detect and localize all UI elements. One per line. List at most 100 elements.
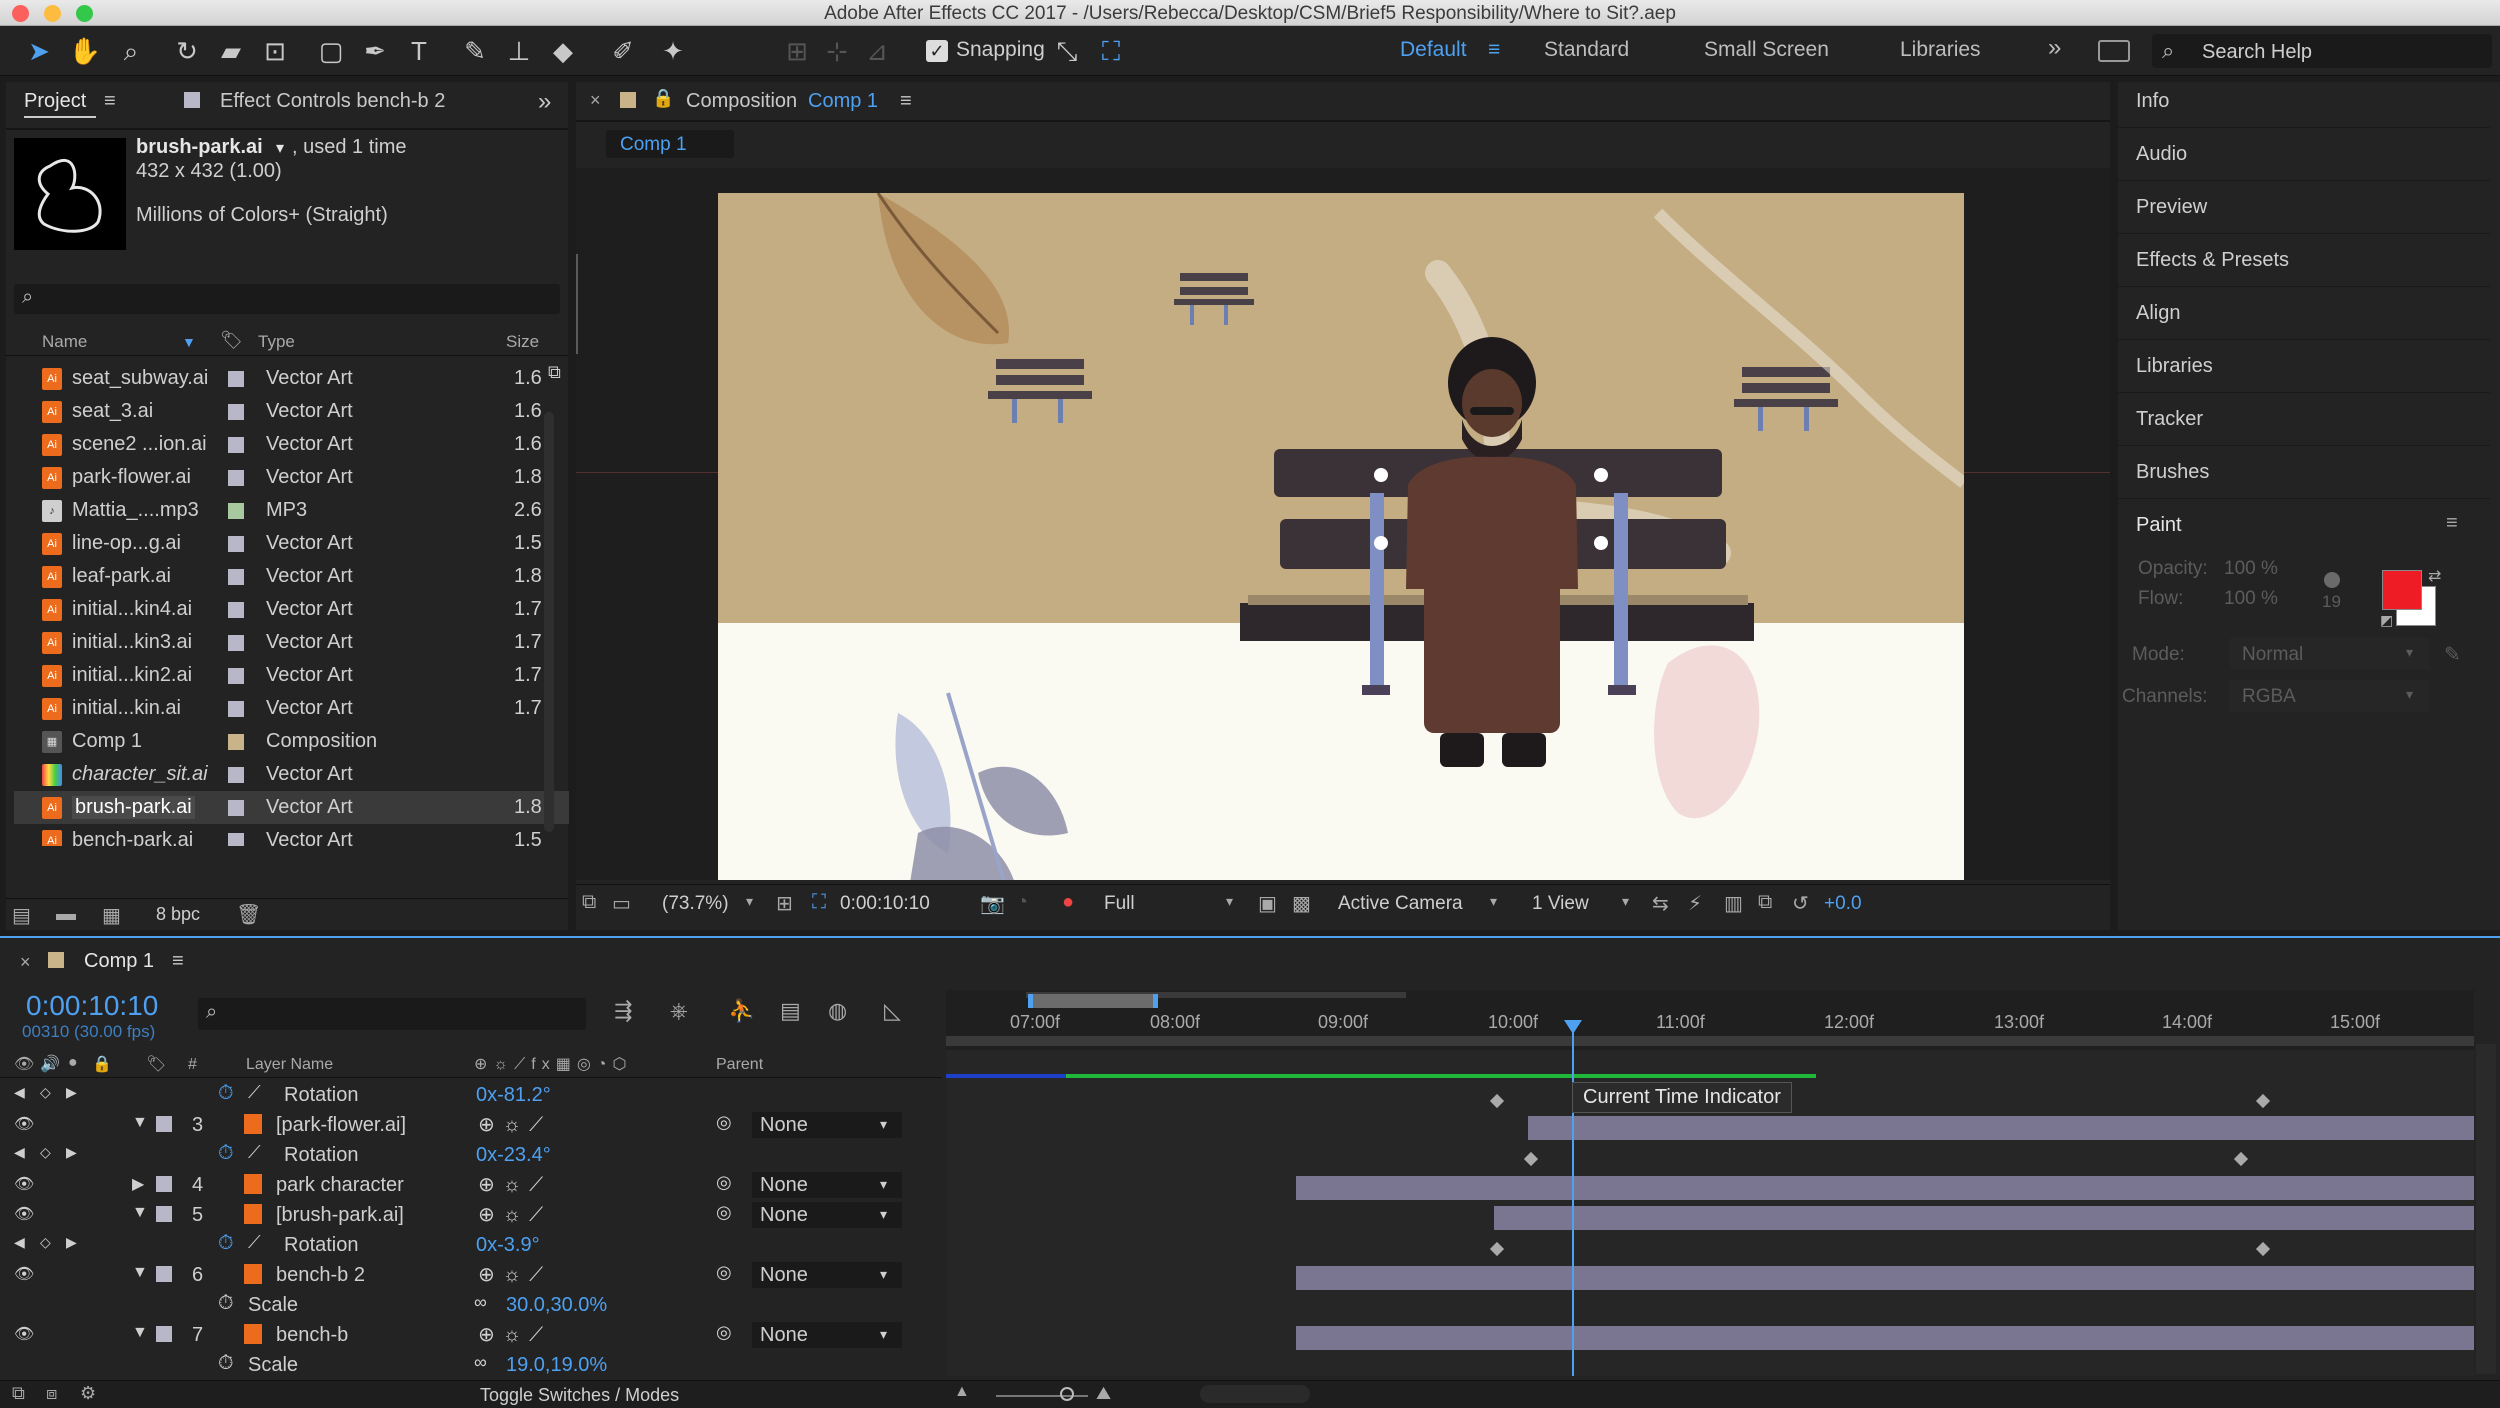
column-number[interactable]: #: [188, 1056, 197, 1074]
flowchart-icon[interactable]: ⧉: [548, 362, 561, 383]
property-value[interactable]: 19.0,19.0%: [506, 1354, 607, 1377]
mode-dropdown[interactable]: Normal ▾: [2230, 638, 2430, 670]
constrain-proportions-icon[interactable]: ∞: [474, 1352, 487, 1373]
property-row-rotation[interactable]: ◀ ◇ ▶ ⏱ ⟋ Rotation 0x-3.9°: [0, 1230, 942, 1260]
layer-switches-toggle-icon[interactable]: ⧉: [12, 1383, 25, 1404]
video-visibility-icon[interactable]: 👁: [14, 1054, 34, 1074]
property-value[interactable]: 0x-23.4°: [476, 1144, 551, 1167]
region-of-interest-icon[interactable]: ▣: [1258, 891, 1277, 916]
keyframe[interactable]: [2255, 1241, 2271, 1257]
workspace-menu-icon[interactable]: ≡: [1488, 38, 1500, 62]
reset-exposure-icon[interactable]: ↺: [1792, 891, 1809, 916]
transfer-controls-toggle-icon[interactable]: ⧈: [46, 1383, 57, 1404]
grid-toggle-icon[interactable]: ⊞: [776, 891, 793, 916]
graph-icon[interactable]: ⟋: [248, 1082, 261, 1103]
project-item[interactable]: ♪ Mattia_....mp3 MP3 2.6: [14, 494, 569, 527]
next-keyframe-icon[interactable]: ▶: [66, 1234, 77, 1251]
layer-switches[interactable]: ⊕☼⟋: [478, 1262, 551, 1287]
stopwatch-icon[interactable]: ⏱: [218, 1292, 234, 1315]
layer-name[interactable]: [park-flower.ai]: [276, 1114, 406, 1137]
graph-editor-icon[interactable]: ◺: [884, 998, 901, 1024]
camera-dropdown[interactable]: Active Camera: [1338, 893, 1463, 915]
column-layer-name[interactable]: Layer Name: [246, 1056, 333, 1074]
close-timeline-icon[interactable]: ×: [20, 952, 31, 973]
snap-features-icon[interactable]: ⛶: [1094, 34, 1128, 68]
comp-artwork[interactable]: [718, 193, 1964, 880]
project-item[interactable]: ▦ Comp 1 Composition: [14, 725, 569, 758]
channel-icon[interactable]: ●: [1062, 891, 1074, 914]
layer-duration-bar[interactable]: [1296, 1326, 2474, 1350]
layer-label-color[interactable]: [156, 1116, 172, 1132]
tracker-panel-header[interactable]: Tracker: [2118, 394, 2490, 446]
type-tool-icon[interactable]: T: [402, 34, 436, 68]
snapshot-icon[interactable]: 📷: [980, 891, 1005, 916]
toggle-pixel-aspect-icon[interactable]: ⇆: [1652, 891, 1669, 916]
bit-depth[interactable]: 8 bpc: [156, 904, 200, 925]
layer-duration-bar[interactable]: [1494, 1206, 2474, 1230]
keyframe[interactable]: [2233, 1151, 2249, 1167]
twirl-open-icon[interactable]: ▼: [132, 1264, 148, 1282]
preview-panel-header[interactable]: Preview: [2118, 182, 2490, 234]
timeline-current-time[interactable]: 0:00:10:10: [26, 990, 158, 1022]
asset-name[interactable]: brush-park.ai: [136, 136, 263, 159]
parent-dropdown[interactable]: None ▾: [752, 1202, 902, 1228]
effects-presets-panel-header[interactable]: Effects & Presets: [2118, 235, 2490, 287]
comp-sub-tab[interactable]: Comp 1: [606, 130, 734, 158]
pick-whip-icon[interactable]: ◎: [716, 1172, 732, 1193]
puppet-tool-icon[interactable]: ✦: [656, 34, 690, 68]
column-type[interactable]: Type: [258, 332, 295, 352]
pick-whip-icon[interactable]: ◎: [716, 1262, 732, 1283]
project-search-input[interactable]: ⌕: [14, 284, 560, 314]
layer-row[interactable]: 👁 ▼ 6 bench-b 2 ⊕☼⟋ ◎ None ▾: [0, 1260, 942, 1290]
property-row-rotation[interactable]: ◀ ◇ ▶ ⏱ ⟋ Rotation 0x-81.2°: [0, 1080, 942, 1110]
exposure-value[interactable]: +0.0: [1824, 893, 1862, 915]
tab-project[interactable]: Project: [24, 90, 86, 113]
channels-dropdown[interactable]: RGBA ▾: [2230, 680, 2430, 712]
resolution-chevron-icon[interactable]: ▾: [1226, 893, 1233, 910]
layer-row[interactable]: 👁 ▼ 3 [park-flower.ai] ⊕☼⟋ ◎ None ▾: [0, 1110, 942, 1140]
keyframe[interactable]: [2255, 1093, 2271, 1109]
layer-switches[interactable]: ⊕☼⟋: [478, 1112, 551, 1137]
foreground-color-swatch[interactable]: [2382, 570, 2422, 610]
project-item[interactable]: Ai seat_3.ai Vector Art 1.6: [14, 395, 569, 428]
layer-row[interactable]: 👁 ▼ 5 [brush-park.ai] ⊕☼⟋ ◎ None ▾: [0, 1200, 942, 1230]
parent-dropdown[interactable]: None ▾: [752, 1262, 902, 1288]
eyedropper-icon[interactable]: ✎: [2444, 642, 2461, 667]
swap-colors-icon[interactable]: ⇄: [2428, 566, 2441, 586]
project-item[interactable]: Ai bench-park.ai Vector Art 1.5: [14, 824, 569, 846]
tab-effect-controls[interactable]: Effect Controls bench-b 2: [220, 90, 445, 113]
view-layout-dropdown[interactable]: 1 View: [1532, 893, 1589, 915]
lock-column-icon[interactable]: 🔒: [92, 1054, 112, 1074]
pen-tool-icon[interactable]: ✒: [358, 34, 392, 68]
project-item[interactable]: Ai park-flower.ai Vector Art 1.8: [14, 461, 569, 494]
eye-icon[interactable]: 👁: [14, 1174, 34, 1194]
draft-3d-icon[interactable]: ⎈: [670, 998, 688, 1024]
timeline-icon[interactable]: ▥: [1724, 891, 1743, 916]
twirl-open-icon[interactable]: ▼: [132, 1114, 148, 1132]
monitor-icon[interactable]: ▭: [612, 891, 631, 916]
clone-stamp-tool-icon[interactable]: ⊥: [502, 34, 536, 68]
zoom-dropdown-chevron-icon[interactable]: ▾: [746, 893, 753, 910]
composition-tab-name[interactable]: Comp 1: [808, 90, 878, 113]
brushes-panel-header[interactable]: Brushes: [2118, 447, 2490, 499]
snap-edges-icon[interactable]: ⤡: [1050, 34, 1084, 68]
add-keyframe-icon[interactable]: ◇: [40, 1234, 51, 1251]
resolution-dropdown[interactable]: Full: [1104, 893, 1135, 915]
flowchart-icon[interactable]: ⧉: [1758, 891, 1772, 914]
label-column-icon[interactable]: 🏷: [220, 330, 243, 351]
layer-search-input[interactable]: ⌕: [198, 998, 586, 1030]
layer-row[interactable]: 👁 ▼ 7 bench-b ⊕☼⟋ ◎ None ▾: [0, 1320, 942, 1350]
audio-panel-header[interactable]: Audio: [2118, 129, 2490, 181]
hand-tool-icon[interactable]: ✋: [68, 34, 102, 68]
property-row-scale[interactable]: ⏱ Scale ∞ 30.0,30.0%: [0, 1290, 942, 1320]
graph-icon[interactable]: ⟋: [248, 1142, 261, 1163]
project-item[interactable]: Ai initial...kin3.ai Vector Art 1.7: [14, 626, 569, 659]
rectangle-tool-icon[interactable]: ▢: [314, 34, 348, 68]
timeline-menu-icon[interactable]: ≡: [172, 950, 184, 973]
next-keyframe-icon[interactable]: ▶: [66, 1084, 77, 1101]
add-keyframe-icon[interactable]: ◇: [40, 1144, 51, 1161]
layer-name[interactable]: [brush-park.ai]: [276, 1204, 404, 1227]
property-row-scale[interactable]: ⏱ Scale ∞ 19.0,19.0%: [0, 1350, 942, 1380]
layer-duration-bar[interactable]: [1528, 1116, 2474, 1140]
time-graph[interactable]: 07:00f 08:00f 09:00f 10:00f 11:00f 12:00…: [946, 990, 2474, 1376]
